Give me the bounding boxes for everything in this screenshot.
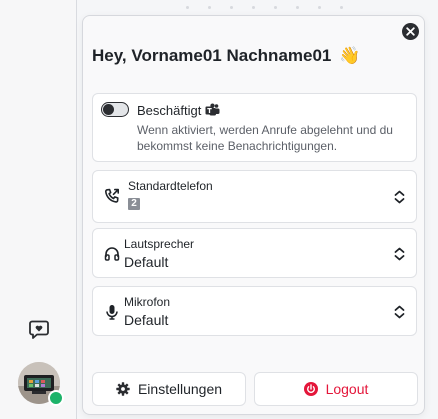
chevron-up-down-icon [394,247,405,261]
teams-icon [205,103,220,116]
profile-popover: Hey, Vorname01 Nachname01 👋 Beschäftigt … [82,15,425,415]
close-icon [406,27,415,36]
device-label: Mikrofon [124,295,171,309]
speaker-select[interactable]: Lautsprecher Default [92,228,417,278]
busy-description: Wenn aktiviert, werden Anrufe abgelehnt … [137,123,393,153]
busy-status-card: Beschäftigt Wenn aktiviert, werden Anruf… [92,93,417,162]
logout-label: Logout [325,381,369,397]
busy-label: Beschäftigt [137,103,202,118]
background-dots [186,6,366,10]
microphone-select[interactable]: Mikrofon Default [92,286,417,336]
microphone-icon [106,305,118,320]
chevron-up-down-icon [394,190,405,204]
device-value: Default [124,312,169,328]
phone-transfer-icon [104,188,119,203]
default-phone-select[interactable]: Standardtelefon 2 [92,170,417,223]
greeting-text: Hey, Vorname01 Nachname01 [92,46,332,65]
feedback-chat-heart-icon[interactable] [28,319,50,339]
headphones-icon [104,247,120,261]
settings-label: Einstellungen [137,381,223,397]
logout-button[interactable]: Logout [254,372,418,406]
device-value: Default [124,254,169,270]
greeting-heading: Hey, Vorname01 Nachname01 👋 [92,46,404,66]
waving-hand-emoji: 👋 [339,46,361,65]
settings-button[interactable]: Einstellungen [92,372,246,406]
phone-number-badge: 2 [128,198,140,210]
gear-icon [116,382,130,396]
chevron-up-down-icon [394,305,405,319]
close-button[interactable] [402,23,419,40]
power-icon [303,382,318,396]
device-label: Standardtelefon [128,179,213,193]
left-rail [0,0,77,419]
busy-toggle[interactable] [101,102,129,117]
toggle-knob [103,104,114,115]
device-label: Lautsprecher [124,237,195,251]
presence-status-indicator [48,390,64,406]
